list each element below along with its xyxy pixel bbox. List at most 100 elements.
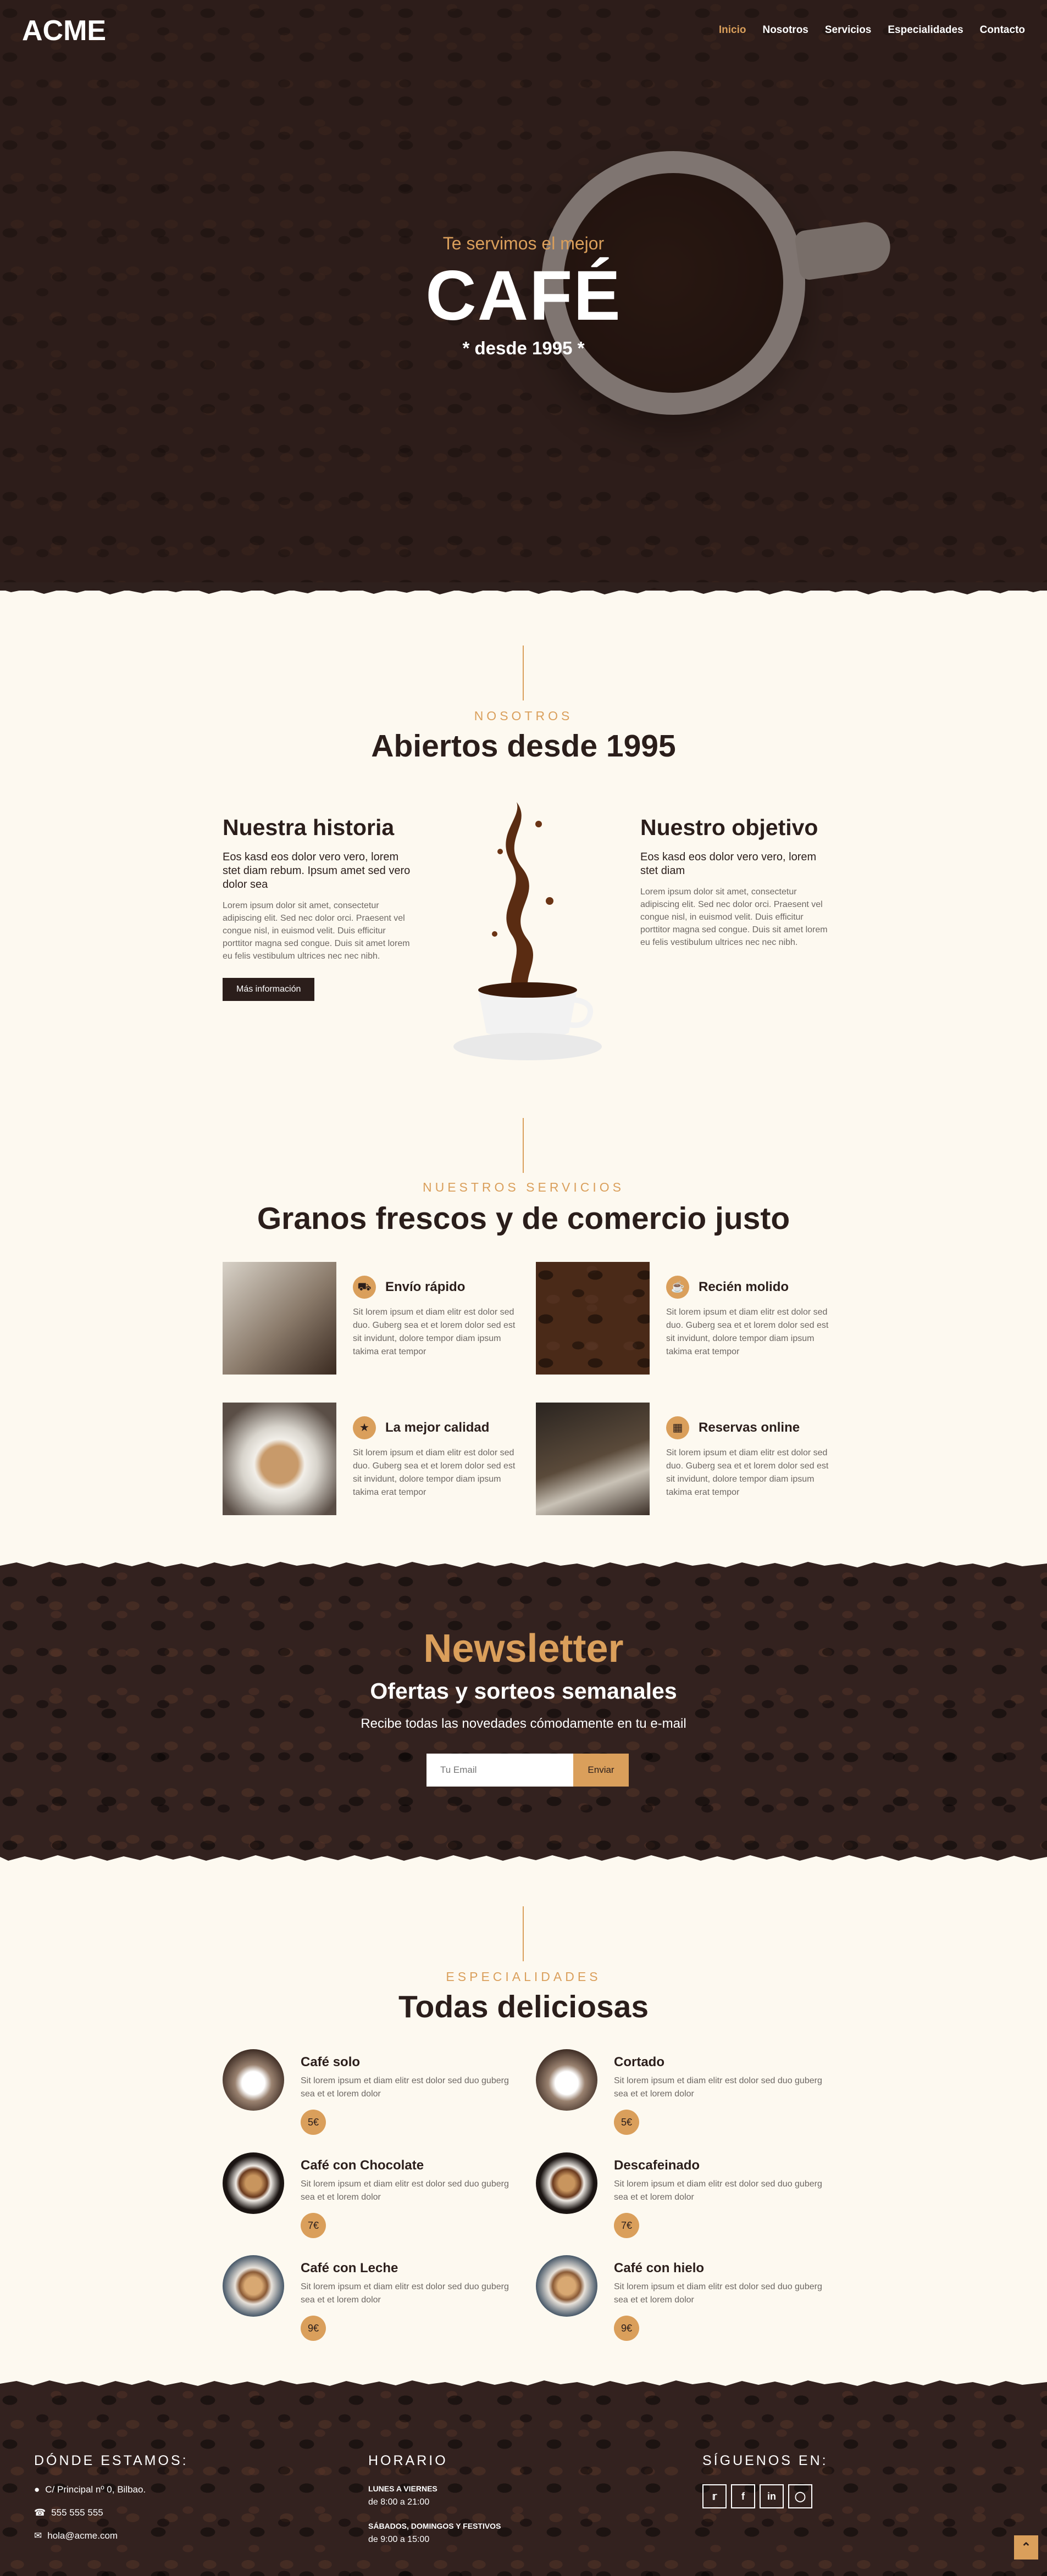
- menu-item-price: 9€: [301, 2316, 326, 2341]
- footer-location: DÓNDE ESTAMOS: ● C/ Principal nº 0, Bilba…: [34, 2453, 189, 2553]
- hero-title: CAFÉ: [425, 257, 622, 335]
- nav-inicio[interactable]: Inicio: [719, 24, 746, 36]
- social-heading: SÍGUENOS EN:: [702, 2453, 828, 2468]
- table-icon: ▦: [666, 1416, 689, 1439]
- service-image: [536, 1403, 650, 1515]
- menu-item-price: 7€: [614, 2213, 639, 2238]
- weekend-time: de 9:00 a 15:00: [368, 2535, 430, 2544]
- footer-hours: HORARIO LUNES A VIERNES de 8:00 a 21:00 …: [368, 2453, 501, 2559]
- service-item: ☕ Recién molido Sit lorem ipsum et diam …: [536, 1262, 844, 1375]
- service-title: Recién molido: [699, 1279, 789, 1294]
- envelope-icon: ✉: [34, 2530, 42, 2541]
- coffee-splash-image: [453, 802, 602, 1060]
- weekend-label: SÁBADOS, DOMINGOS Y FESTIVOS: [368, 2522, 501, 2530]
- hours-heading: HORARIO: [368, 2453, 448, 2468]
- footer-social: SÍGUENOS EN: 𝕣 f in ◯: [702, 2453, 828, 2508]
- service-image: [223, 1403, 336, 1515]
- menu-item-image: [536, 2152, 597, 2214]
- menu-item-price: 5€: [614, 2110, 639, 2135]
- services-title: Granos frescos y de comercio justo: [257, 1201, 790, 1236]
- menu-item-image: [223, 2255, 284, 2317]
- nav-contacto[interactable]: Contacto: [980, 24, 1025, 36]
- history-body: Lorem ipsum dolor sit amet, consectetur …: [223, 901, 410, 961]
- objective-column: Nuestro objetivo Eos kasd eos dolor vero…: [640, 815, 835, 949]
- menu-item: Café solo Sit lorem ipsum et diam elitr …: [223, 2049, 530, 2135]
- menu-item-price: 5€: [301, 2110, 326, 2135]
- nav-servicios[interactable]: Servicios: [825, 24, 872, 36]
- menu-item-text: Sit lorem ipsum et diam elitr est dolor …: [301, 2179, 509, 2202]
- truck-icon: ⛟: [353, 1276, 376, 1299]
- back-to-top-button[interactable]: ⌃: [1014, 2535, 1038, 2560]
- menu-item: Cortado Sit lorem ipsum et diam elitr es…: [536, 2049, 844, 2135]
- service-title: Envío rápido: [385, 1279, 466, 1294]
- newsletter-title: Newsletter: [423, 1627, 624, 1671]
- location-heading: DÓNDE ESTAMOS:: [34, 2453, 189, 2468]
- service-image: [223, 1262, 336, 1375]
- menu-item-text: Sit lorem ipsum et diam elitr est dolor …: [614, 2076, 822, 2099]
- address: C/ Principal nº 0, Bilbao.: [45, 2484, 146, 2495]
- torn-edge: [0, 1851, 1047, 1861]
- hero-section: ACME Inicio Nosotros Servicios Especiali…: [0, 0, 1047, 591]
- service-item: ★ La mejor calidad Sit lorem ipsum et di…: [223, 1403, 530, 1515]
- menu-item-name: Café con hielo: [614, 2261, 705, 2275]
- nav-nosotros[interactable]: Nosotros: [762, 24, 808, 36]
- menu-item: Café con hielo Sit lorem ipsum et diam e…: [536, 2255, 844, 2341]
- about-title: Abiertos desde 1995: [371, 728, 676, 764]
- logo[interactable]: ACME: [22, 14, 106, 47]
- menu-item: Café con Leche Sit lorem ipsum et diam e…: [223, 2255, 530, 2341]
- phone[interactable]: 555 555 555: [51, 2507, 103, 2518]
- specialties-title: Todas deliciosas: [398, 1989, 649, 2024]
- award-icon: ★: [353, 1416, 376, 1439]
- email[interactable]: hola@acme.com: [47, 2530, 118, 2541]
- service-item: ▦ Reservas online Sit lorem ipsum et dia…: [536, 1403, 844, 1515]
- section-divider: [523, 646, 524, 700]
- menu-item-price: 7€: [301, 2213, 326, 2238]
- menu-item-price: 9€: [614, 2316, 639, 2341]
- history-column: Nuestra historia Eos kasd eos dolor vero…: [223, 815, 418, 1001]
- subscribe-button[interactable]: Enviar: [573, 1754, 629, 1787]
- more-info-button[interactable]: Más información: [223, 978, 315, 1001]
- service-image: [536, 1262, 650, 1375]
- service-item: ⛟ Envío rápido Sit lorem ipsum et diam e…: [223, 1262, 530, 1375]
- map-marker-icon: ●: [34, 2484, 40, 2495]
- service-text: Sit lorem ipsum et diam elitr est dolor …: [666, 1448, 829, 1497]
- history-heading: Nuestra historia: [223, 815, 395, 840]
- newsletter-subtitle: Ofertas y sorteos semanales: [370, 1678, 677, 1704]
- facebook-icon[interactable]: f: [731, 2484, 755, 2508]
- section-divider: [523, 1118, 524, 1173]
- menu-item-text: Sit lorem ipsum et diam elitr est dolor …: [301, 2076, 509, 2099]
- hero-since: * desde 1995 *: [462, 338, 585, 358]
- menu-item-image: [223, 2049, 284, 2111]
- main-nav: Inicio Nosotros Servicios Especialidades…: [719, 24, 1025, 36]
- weekdays-label: LUNES A VIERNES: [368, 2484, 437, 2493]
- torn-edge: [0, 582, 1047, 594]
- linkedin-icon[interactable]: in: [760, 2484, 784, 2508]
- services-label: NUESTROS SERVICIOS: [422, 1180, 625, 1194]
- about-label: NOSOTROS: [474, 709, 573, 723]
- menu-item-name: Descafeinado: [614, 2158, 700, 2173]
- newsletter-section: [0, 1568, 1047, 1854]
- menu-item-text: Sit lorem ipsum et diam elitr est dolor …: [614, 2282, 822, 2305]
- menu-item-text: Sit lorem ipsum et diam elitr est dolor …: [614, 2179, 822, 2202]
- objective-heading: Nuestro objetivo: [640, 815, 818, 840]
- phone-icon: ☎: [34, 2507, 46, 2518]
- menu-item-name: Café con Chocolate: [301, 2158, 424, 2173]
- service-text: Sit lorem ipsum et diam elitr est dolor …: [353, 1448, 516, 1497]
- menu-item-name: Cortado: [614, 2055, 664, 2069]
- menu-item: Café con Chocolate Sit lorem ipsum et di…: [223, 2152, 530, 2238]
- email-input[interactable]: [426, 1754, 573, 1787]
- nav-especialidades[interactable]: Especialidades: [888, 24, 963, 36]
- specialties-label: ESPECIALIDADES: [446, 1969, 601, 1984]
- service-title: Reservas online: [699, 1420, 800, 1435]
- menu-item-name: Café solo: [301, 2055, 361, 2069]
- history-lead: Eos kasd eos dolor vero vero, lorem stet…: [223, 851, 411, 891]
- hero-subtitle: Te servimos el mejor: [442, 233, 605, 253]
- service-text: Sit lorem ipsum et diam elitr est dolor …: [666, 1308, 829, 1356]
- weekdays-time: de 8:00 a 21:00: [368, 2497, 430, 2507]
- service-title: La mejor calidad: [385, 1420, 490, 1435]
- objective-body: Lorem ipsum dolor sit amet, consectetur …: [640, 887, 828, 947]
- menu-item-name: Café con Leche: [301, 2261, 398, 2275]
- twitter-icon[interactable]: 𝕣: [702, 2484, 727, 2508]
- instagram-icon[interactable]: ◯: [788, 2484, 812, 2508]
- service-text: Sit lorem ipsum et diam elitr est dolor …: [353, 1308, 516, 1356]
